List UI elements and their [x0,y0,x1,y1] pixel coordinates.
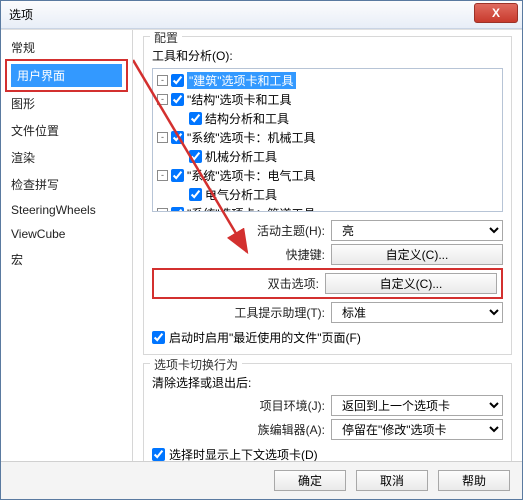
tree-node[interactable]: 机械分析工具 [157,147,500,166]
tree-checkbox[interactable] [171,74,184,87]
sidebar-item-viewcube[interactable]: ViewCube [1,222,132,246]
options-dialog: 选项 X 常规 用户界面 图形 文件位置 渲染 检查拼写 SteeringWhe… [0,0,523,500]
double-click-customize-button[interactable]: 自定义(C)... [325,273,497,294]
recent-files-label: 启动时启用"最近使用的文件"页面(F) [169,329,361,346]
shortcut-label: 快捷键: [221,246,325,263]
tree-label: "结构"选项卡和工具 [187,91,292,108]
tree-checkbox[interactable] [171,169,184,182]
expand-icon[interactable]: - [157,208,168,212]
tree-checkbox[interactable] [171,207,184,212]
tools-tree[interactable]: - "建筑"选项卡和工具 - "结构"选项卡和工具结构分析和工具 - "系统"选项卡：机械… [152,68,503,212]
titlebar: 选项 X [1,1,522,29]
family-editor-select[interactable]: 停留在"修改"选项卡 [331,419,503,440]
close-button[interactable]: X [474,3,518,23]
sidebar-item-macros[interactable]: 宏 [1,246,132,273]
close-icon: X [492,6,500,20]
sidebar-item-file-locations[interactable]: 文件位置 [1,117,132,144]
tree-label: "建筑"选项卡和工具 [187,72,296,89]
tooltip-select[interactable]: 标准 [331,302,503,323]
tree-label: "系统"选项卡：电气工具 [187,167,316,184]
tree-node[interactable]: 结构分析和工具 [157,109,500,128]
window-title: 选项 [9,6,33,23]
context-tab-label: 选择时显示上下文选项卡(D) [169,446,318,461]
expand-icon[interactable]: - [157,132,168,143]
tree-checkbox[interactable] [171,131,184,144]
sidebar-item-render[interactable]: 渲染 [1,144,132,171]
tree-label: 电气分析工具 [205,186,277,203]
project-env-label: 项目环境(J): [221,397,325,414]
dialog-body: 常规 用户界面 图形 文件位置 渲染 检查拼写 SteeringWheels V… [1,29,522,461]
tree-node[interactable]: - "建筑"选项卡和工具 [157,71,500,90]
double-click-highlight: 双击选项: 自定义(C)... [152,268,503,299]
family-editor-label: 族编辑器(A): [221,421,325,438]
sidebar-item-steeringwheels[interactable]: SteeringWheels [1,198,132,222]
help-button[interactable]: 帮助 [438,470,510,491]
clear-selection-label: 清除选择或退出后: [152,374,503,391]
cancel-button[interactable]: 取消 [356,470,428,491]
tree-label: 机械分析工具 [205,148,277,165]
tree-node[interactable]: - "结构"选项卡和工具 [157,90,500,109]
sidebar-item-graphics[interactable]: 图形 [1,90,132,117]
expand-icon[interactable]: - [157,75,168,86]
highlight-user-interface: 用户界面 [5,59,128,92]
tree-node[interactable]: - "系统"选项卡：管道工具 [157,204,500,212]
tree-checkbox[interactable] [189,188,202,201]
tabswitch-group: 选项卡切换行为 清除选择或退出后: 项目环境(J): 返回到上一个选项卡 族编辑… [143,363,512,461]
dialog-footer: 确定 取消 帮助 [1,461,522,499]
tabswitch-legend: 选项卡切换行为 [150,356,242,373]
shortcut-customize-button[interactable]: 自定义(C)... [331,244,503,265]
sidebar-item-general[interactable]: 常规 [1,34,132,61]
sidebar-item-user-interface[interactable]: 用户界面 [11,64,122,87]
tree-checkbox[interactable] [189,150,202,163]
tree-label: "系统"选项卡：机械工具 [187,129,316,146]
tree-node[interactable]: - "系统"选项卡：机械工具 [157,128,500,147]
main-panel: 配置 工具和分析(O): - "建筑"选项卡和工具 - "结构"选项卡和工具结构分析和… [133,30,522,461]
expand-icon[interactable]: - [157,94,168,105]
active-theme-label: 活动主题(H): [221,222,325,239]
recent-files-checkbox[interactable] [152,331,165,344]
config-group: 配置 工具和分析(O): -"建筑"选项卡和工具-"结构"选项卡和工具结构分析和… [143,36,512,355]
tree-label: 结构分析和工具 [205,110,289,127]
sidebar-item-spellcheck[interactable]: 检查拼写 [1,171,132,198]
double-click-label: 双击选项: [215,275,319,292]
tree-label: "系统"选项卡：管道工具 [187,205,316,212]
tree-checkbox[interactable] [189,112,202,125]
expand-icon[interactable]: - [157,170,168,181]
ok-button[interactable]: 确定 [274,470,346,491]
tree-checkbox[interactable] [171,93,184,106]
config-legend: 配置 [150,30,182,46]
project-env-select[interactable]: 返回到上一个选项卡 [331,395,503,416]
tree-node[interactable]: - "系统"选项卡：电气工具 [157,166,500,185]
active-theme-select[interactable]: 亮 [331,220,503,241]
context-tab-checkbox[interactable] [152,448,165,461]
tree-node[interactable]: 电气分析工具 [157,185,500,204]
sidebar: 常规 用户界面 图形 文件位置 渲染 检查拼写 SteeringWheels V… [1,30,133,461]
tools-analysis-label: 工具和分析(O): [152,47,503,64]
tooltip-label: 工具提示助理(T): [221,304,325,321]
